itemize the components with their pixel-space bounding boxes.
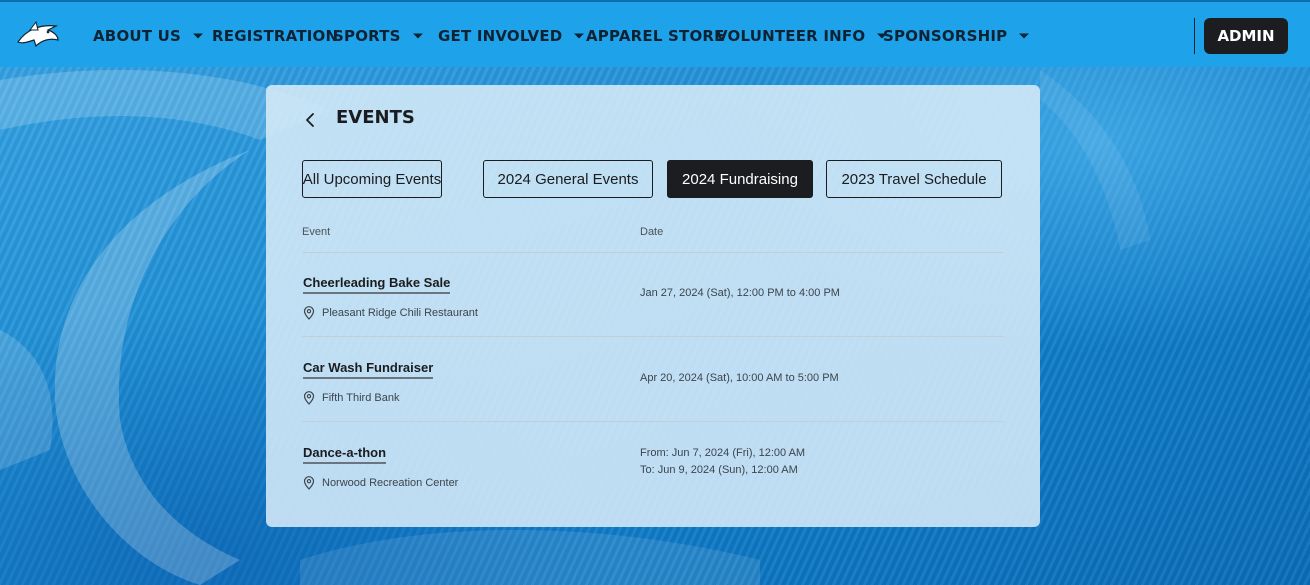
event-date-line: From: Jun 7, 2024 (Fri), 12:00 AM bbox=[640, 447, 806, 459]
event-location-text: Pleasant Ridge Chili Restaurant bbox=[322, 307, 478, 319]
event-date-line: To: Jun 9, 2024 (Sun), 12:00 AM bbox=[640, 464, 798, 476]
event-date: Jan 27, 2024 (Sat), 12:00 PM to 4:00 PM bbox=[640, 285, 840, 302]
chevron-down-icon bbox=[412, 33, 423, 39]
chevron-down-icon bbox=[193, 33, 204, 39]
column-header-date: Date bbox=[640, 226, 664, 238]
event-name-link[interactable]: Car Wash Fundraiser bbox=[303, 360, 434, 379]
nav-label: APPAREL STORE bbox=[586, 27, 725, 45]
chevron-down-icon bbox=[574, 33, 585, 39]
top-navigation-bar: ABOUT US REGISTRATION SPORTS GET INVOLVE… bbox=[0, 0, 1310, 67]
column-header-event: Event bbox=[302, 226, 331, 238]
tab-all-upcoming-events[interactable]: All Upcoming Events bbox=[302, 160, 442, 198]
event-date-line: Apr 20, 2024 (Sat), 10:00 AM to 5:00 PM bbox=[640, 372, 839, 384]
event-location: Norwood Recreation Center bbox=[303, 476, 458, 490]
tab-2024-general-events[interactable]: 2024 General Events bbox=[483, 160, 653, 198]
event-date-line: Jan 27, 2024 (Sat), 12:00 PM to 4:00 PM bbox=[640, 287, 840, 299]
nav-label: ABOUT US bbox=[93, 27, 182, 45]
events-panel: EVENTS All Upcoming Events 2024 General … bbox=[266, 85, 1040, 527]
admin-button[interactable]: ADMIN bbox=[1204, 18, 1288, 54]
tab-2023-travel-schedule[interactable]: 2023 Travel Schedule bbox=[826, 160, 1002, 198]
row-divider bbox=[302, 421, 1004, 422]
nav-registration[interactable]: REGISTRATION bbox=[212, 25, 338, 47]
back-chevron-icon[interactable] bbox=[302, 111, 318, 129]
nav-volunteer-info[interactable]: VOLUNTEER INFO bbox=[716, 25, 888, 47]
nav-apparel-store[interactable]: APPAREL STORE bbox=[586, 25, 725, 47]
nav-label: VOLUNTEER INFO bbox=[716, 27, 866, 45]
event-location: Pleasant Ridge Chili Restaurant bbox=[303, 306, 478, 320]
event-date: Apr 20, 2024 (Sat), 10:00 AM to 5:00 PM bbox=[640, 370, 839, 387]
shark-logo-icon[interactable] bbox=[16, 20, 60, 52]
nav-divider bbox=[1194, 18, 1195, 54]
table-divider bbox=[302, 252, 1004, 253]
event-location: Fifth Third Bank bbox=[303, 391, 399, 405]
nav-sponsorship[interactable]: SPONSORSHIP bbox=[883, 25, 1030, 47]
event-location-text: Fifth Third Bank bbox=[322, 392, 400, 404]
event-name-link[interactable]: Cheerleading Bake Sale bbox=[303, 275, 451, 294]
event-location-text: Norwood Recreation Center bbox=[322, 477, 459, 489]
nav-label: SPORTS bbox=[333, 27, 401, 45]
event-date: From: Jun 7, 2024 (Fri), 12:00 AM To: Ju… bbox=[640, 445, 805, 479]
chevron-down-icon bbox=[1019, 33, 1030, 39]
row-divider bbox=[302, 336, 1004, 337]
page-title: EVENTS bbox=[336, 107, 415, 128]
map-pin-icon bbox=[303, 391, 315, 405]
tab-2024-fundraising[interactable]: 2024 Fundraising bbox=[667, 160, 813, 198]
nav-get-involved[interactable]: GET INVOLVED bbox=[438, 25, 585, 47]
nav-sports[interactable]: SPORTS bbox=[333, 25, 424, 47]
map-pin-icon bbox=[303, 476, 315, 490]
nav-label: GET INVOLVED bbox=[438, 27, 563, 45]
nav-label: REGISTRATION bbox=[212, 27, 339, 45]
map-pin-icon bbox=[303, 306, 315, 320]
event-name-link[interactable]: Dance-a-thon bbox=[303, 445, 387, 464]
nav-label: SPONSORSHIP bbox=[883, 27, 1008, 45]
nav-about-us[interactable]: ABOUT US bbox=[93, 25, 204, 47]
